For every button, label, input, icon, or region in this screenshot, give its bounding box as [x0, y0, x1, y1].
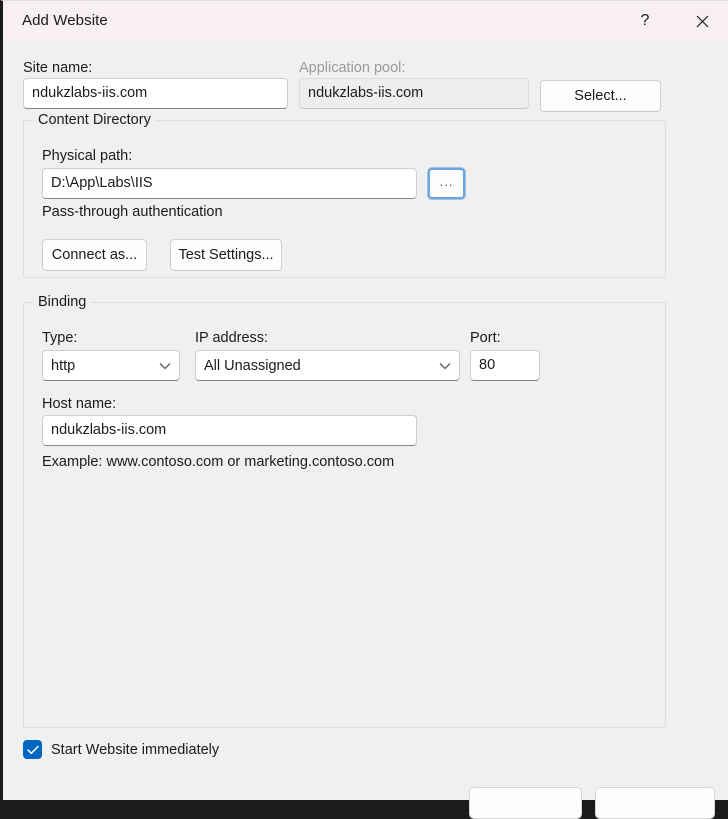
- chevron-down-icon: [431, 362, 459, 370]
- chevron-down-icon: [151, 362, 179, 370]
- application-pool-label: Application pool:: [299, 60, 406, 76]
- host-name-input[interactable]: ndukzlabs-iis.com: [42, 415, 417, 446]
- content-directory-group-title: Content Directory: [33, 112, 156, 128]
- help-button[interactable]: ?: [622, 1, 668, 41]
- select-button[interactable]: Select...: [540, 80, 661, 112]
- ip-address-label: IP address:: [195, 330, 269, 346]
- connect-as-button[interactable]: Connect as...: [42, 239, 147, 271]
- start-website-immediately-label: Start Website immediately: [51, 741, 220, 758]
- cancel-button[interactable]: [595, 787, 715, 819]
- type-select[interactable]: http: [42, 350, 180, 381]
- question-mark-icon: ?: [640, 12, 650, 29]
- ellipsis-icon: ...: [439, 174, 454, 189]
- host-name-label: Host name:: [42, 396, 117, 412]
- ip-address-select[interactable]: All Unassigned: [195, 350, 460, 381]
- port-input[interactable]: 80: [470, 350, 540, 381]
- pass-through-authentication-text: Pass-through authentication: [42, 204, 223, 220]
- test-settings-button[interactable]: Test Settings...: [170, 239, 282, 271]
- page-title: Add Website: [22, 12, 108, 29]
- site-name-input[interactable]: ndukzlabs-iis.com: [23, 78, 288, 109]
- application-pool-input: ndukzlabs-iis.com: [299, 78, 529, 109]
- add-website-dialog: Add Website ? Site name: ndukzlabs-iis.c…: [0, 0, 728, 819]
- physical-path-input[interactable]: D:\App\Labs\IIS: [42, 168, 417, 199]
- browse-physical-path-button[interactable]: ...: [428, 168, 465, 199]
- binding-group-title: Binding: [33, 294, 92, 310]
- port-label: Port:: [470, 330, 501, 346]
- ok-button[interactable]: [469, 787, 582, 819]
- close-icon: [696, 15, 709, 28]
- checkbox-box: [23, 740, 42, 759]
- ip-address-select-value: All Unassigned: [204, 357, 301, 374]
- type-label: Type:: [42, 330, 78, 346]
- host-name-example-text: Example: www.contoso.com or marketing.co…: [42, 454, 395, 470]
- start-website-immediately-checkbox[interactable]: Start Website immediately: [23, 740, 219, 759]
- title-bar: Add Website ?: [3, 1, 728, 41]
- type-select-value: http: [51, 357, 76, 374]
- site-name-label: Site name:: [23, 60, 93, 76]
- physical-path-label: Physical path:: [42, 148, 133, 164]
- close-button[interactable]: [679, 1, 725, 41]
